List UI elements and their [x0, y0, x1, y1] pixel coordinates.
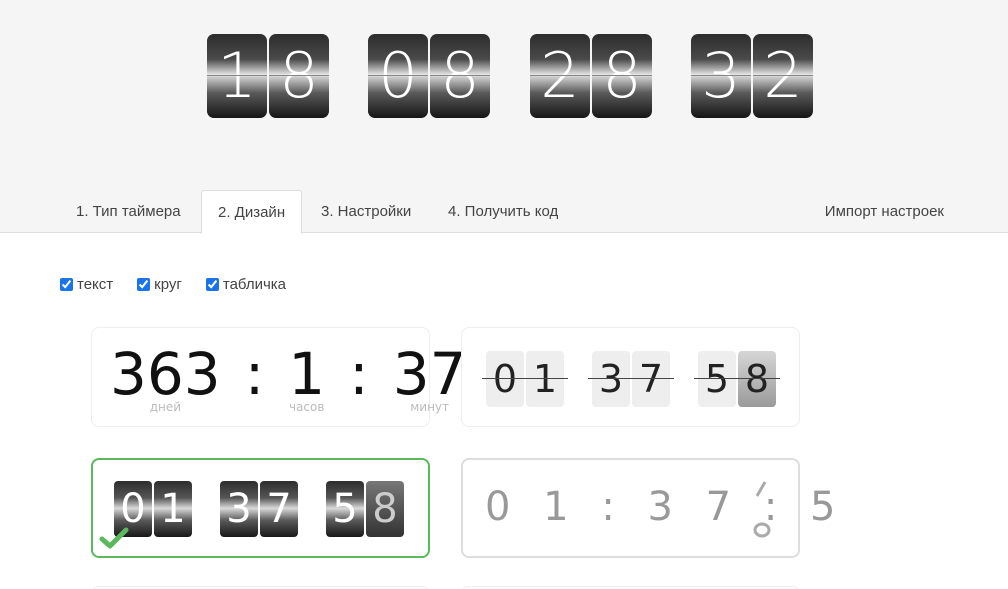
flip-group: 3 7	[220, 481, 298, 537]
flip-digit: 7	[260, 481, 298, 537]
option-plate[interactable]: табличка	[205, 276, 286, 293]
flip-group: 5 8	[326, 481, 404, 537]
hours-value: 1 часов	[288, 340, 326, 414]
flip-digit: 0	[114, 481, 152, 537]
preview-fourth-group: 3 2	[691, 34, 813, 118]
flip-digit: 0	[368, 34, 428, 118]
preview-minutes: 0 8	[368, 34, 490, 118]
separator: :	[244, 340, 265, 408]
rolling-digit-icon	[753, 481, 771, 538]
days-label: дней	[149, 400, 182, 414]
flip-digit: 1	[522, 351, 568, 407]
design-card-plain-text[interactable]: 0 1 : 3 7 : 5	[461, 458, 836, 558]
flip-digit: 0	[482, 351, 528, 407]
option-text[interactable]: текст	[60, 276, 113, 293]
preview-seconds: 2 8	[530, 34, 652, 118]
import-settings-link[interactable]: Импорт настроек	[809, 190, 960, 233]
separator: :	[349, 340, 369, 408]
design-options: текст круг табличка	[60, 276, 286, 293]
flip-digit: 5	[326, 481, 364, 537]
flip-digit: 2	[530, 34, 590, 118]
design-card-flip-light[interactable]: 0 1 3 7 5 8	[461, 327, 800, 427]
hours-label: часов	[288, 400, 325, 414]
tab-timer-type[interactable]: 1. Тип таймера	[60, 190, 197, 233]
flip-digit: 3	[220, 481, 258, 537]
plain-timer-text: 0 1 : 3 7 : 5	[485, 484, 846, 530]
flip-group: 3 7	[588, 351, 674, 407]
flip-digit: 1	[154, 481, 192, 537]
flip-digit: 7	[628, 351, 674, 407]
tab-bar: 1. Тип таймера 2. Дизайн 3. Настройки 4.…	[0, 190, 1008, 234]
tab-design[interactable]: 2. Дизайн	[201, 190, 303, 234]
tab-get-code[interactable]: 4. Получить код	[432, 190, 574, 233]
minutes-label: минут	[410, 400, 450, 414]
circle-checkbox[interactable]	[137, 278, 151, 291]
text-checkbox[interactable]	[60, 278, 73, 291]
flip-digit: 1	[207, 34, 267, 118]
text-timer: 363 дней : 1 часов : 37 минут	[110, 340, 467, 414]
flip-digit: 8	[592, 34, 652, 118]
flip-digit: 8	[269, 34, 329, 118]
preview-hours: 1 8	[207, 34, 329, 118]
flip-digit: 3	[588, 351, 634, 407]
flip-digit: 5	[694, 351, 740, 407]
design-card-flip-dark[interactable]: 0 1 3 7 5 8	[91, 458, 430, 558]
option-circle[interactable]: круг	[137, 276, 182, 293]
design-card-text[interactable]: 363 дней : 1 часов : 37 минут	[91, 327, 467, 427]
flip-digit: 2	[753, 34, 813, 118]
minutes-value: 37 минут	[392, 340, 467, 414]
days-value: 363 дней	[110, 340, 221, 414]
flip-group: 0 1	[114, 481, 192, 537]
tab-settings[interactable]: 3. Настройки	[305, 190, 427, 233]
flip-digit: 8	[366, 481, 404, 537]
flip-group: 0 1	[482, 351, 568, 407]
flip-digit: 8	[734, 351, 780, 407]
plate-checkbox[interactable]	[205, 278, 219, 291]
flip-digit: 8	[430, 34, 490, 118]
flip-group: 5 8	[694, 351, 780, 407]
flip-digit: 3	[691, 34, 751, 118]
